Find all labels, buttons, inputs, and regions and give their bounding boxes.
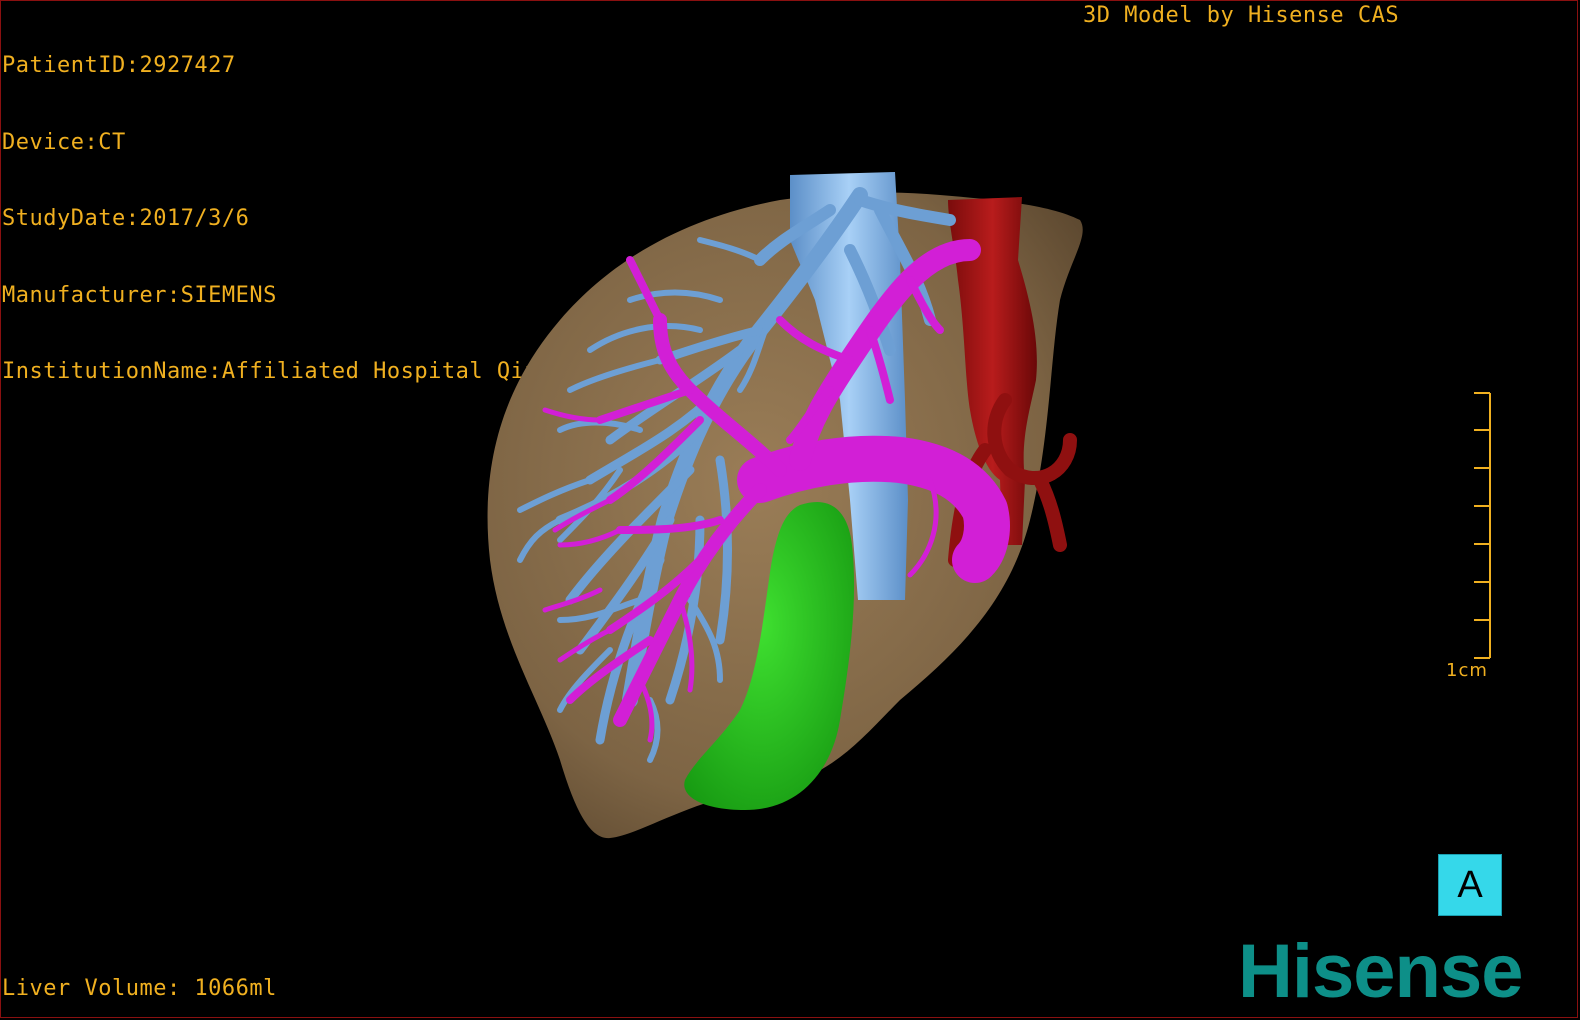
- scale-bar-label: 1cm: [1446, 660, 1488, 681]
- anterior-view-badge[interactable]: A: [1438, 854, 1502, 916]
- model-credit: 3D Model by Hisense CAS: [1083, 3, 1400, 28]
- 3d-liver-model-viewport[interactable]: [0, 140, 1580, 960]
- patient-id-label: PatientID:2927427: [2, 53, 236, 78]
- hisense-logo: Hisense: [1238, 929, 1523, 1014]
- scale-bar: [1474, 392, 1491, 659]
- liver-volume-label: Liver Volume: 1066ml: [2, 976, 277, 1001]
